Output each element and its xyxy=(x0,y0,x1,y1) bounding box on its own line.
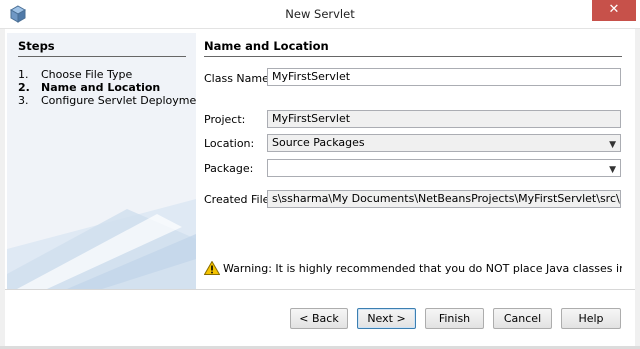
chevron-down-icon: ▼ xyxy=(609,140,616,150)
step-1: 1. Choose File Type xyxy=(18,68,133,81)
finish-button[interactable]: Finish xyxy=(425,308,484,329)
warning-message: Warning: It is highly recommended that y… xyxy=(204,261,622,275)
location-value: Source Packages xyxy=(272,136,365,149)
package-label: Package: xyxy=(204,162,254,175)
location-dropdown[interactable]: Source Packages ▼ xyxy=(267,134,621,152)
class-name-label: Class Name: xyxy=(204,72,273,85)
help-button[interactable]: Help xyxy=(561,308,621,329)
panel-title: Name and Location xyxy=(204,39,329,53)
wizard-decoration-image xyxy=(7,179,196,289)
project-field: MyFirstServlet xyxy=(267,110,621,128)
close-icon: ✕ xyxy=(608,2,620,17)
cancel-button[interactable]: Cancel xyxy=(493,308,552,329)
steps-heading: Steps xyxy=(18,39,55,53)
close-button[interactable]: ✕ xyxy=(592,0,636,21)
project-label: Project: xyxy=(204,113,246,126)
chevron-down-icon: ▼ xyxy=(609,165,616,175)
step-2: 2. Name and Location xyxy=(18,81,161,94)
wizard-dialog: Steps 1. Choose File Type 2. Name and Loca… xyxy=(5,29,635,346)
panel-divider xyxy=(204,56,622,57)
name-location-panel: Name and Location Class Name: MyFirstSer… xyxy=(203,33,631,289)
title-bar: New Servlet ✕ xyxy=(0,0,640,29)
steps-divider xyxy=(18,56,186,57)
steps-panel: Steps 1. Choose File Type 2. Name and Loca… xyxy=(7,33,196,289)
package-dropdown[interactable]: ▼ xyxy=(267,159,621,177)
step-3: 3. Configure Servlet Deployment xyxy=(18,94,196,107)
created-file-field: s\ssharma\My Documents\NetBeansProjects\… xyxy=(267,190,621,208)
warning-icon xyxy=(204,261,220,275)
next-button[interactable]: Next > xyxy=(357,308,416,329)
location-label: Location: xyxy=(204,137,255,150)
button-bar-divider xyxy=(5,289,635,290)
back-button[interactable]: < Back xyxy=(290,308,348,329)
created-file-label: Created File: xyxy=(204,193,274,206)
class-name-input[interactable]: MyFirstServlet xyxy=(267,68,621,86)
window-title: New Servlet xyxy=(285,7,355,21)
warning-text: Warning: It is highly recommended that y… xyxy=(223,262,622,275)
